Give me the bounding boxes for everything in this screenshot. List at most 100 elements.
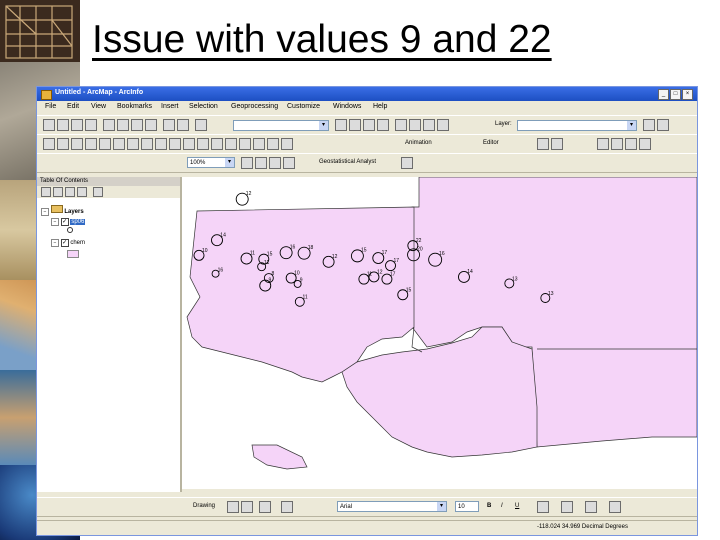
undo-icon[interactable] bbox=[163, 119, 175, 131]
layer-name-chem[interactable]: chem bbox=[70, 240, 85, 246]
layer-visibility-checkbox[interactable]: ✓ bbox=[60, 239, 69, 247]
delete-icon[interactable] bbox=[145, 119, 157, 131]
collapse-icon[interactable]: − bbox=[51, 239, 59, 247]
text-tool-icon[interactable] bbox=[281, 501, 293, 513]
fixed-zoom-out-icon[interactable] bbox=[113, 138, 125, 150]
save-icon[interactable] bbox=[71, 119, 83, 131]
clear-selection-icon[interactable] bbox=[169, 138, 181, 150]
map-scale-combo[interactable]: ▾ bbox=[233, 120, 329, 131]
toc-options-icon[interactable] bbox=[93, 187, 103, 197]
font-name-combo[interactable]: Arial ▾ bbox=[337, 501, 447, 512]
layer-tool-icon[interactable] bbox=[643, 119, 655, 131]
paste-icon[interactable] bbox=[131, 119, 143, 131]
python-icon[interactable] bbox=[409, 119, 421, 131]
search-icon[interactable] bbox=[377, 119, 389, 131]
snapping-icon[interactable] bbox=[597, 138, 609, 150]
html-popup-icon[interactable] bbox=[253, 138, 265, 150]
layer-visibility-checkbox[interactable]: ✓ bbox=[60, 218, 69, 226]
font-size-combo[interactable]: 10 bbox=[455, 501, 479, 512]
menu-bookmarks[interactable]: Bookmarks bbox=[117, 103, 152, 110]
menu-customize[interactable]: Customize bbox=[287, 103, 320, 110]
open-icon[interactable] bbox=[57, 119, 69, 131]
font-color-icon[interactable] bbox=[537, 501, 549, 513]
list-by-selection-icon[interactable] bbox=[77, 187, 87, 197]
toc-layers-root[interactable]: − Layers bbox=[41, 205, 84, 216]
time-slider-icon[interactable] bbox=[267, 138, 279, 150]
layout-zoom-icon[interactable] bbox=[241, 157, 253, 169]
edit-tool-icon[interactable] bbox=[537, 138, 549, 150]
geostatistical-analyst-label[interactable]: Geostatistical Analyst bbox=[319, 159, 376, 165]
maximize-button[interactable]: □ bbox=[670, 89, 681, 100]
copy-icon[interactable] bbox=[117, 119, 129, 131]
list-by-drawing-order-icon[interactable] bbox=[41, 187, 51, 197]
menu-geoprocessing[interactable]: Geoprocessing bbox=[231, 103, 278, 110]
help-icon[interactable] bbox=[437, 119, 449, 131]
animation-label[interactable]: Animation bbox=[405, 140, 432, 146]
hyperlink-icon[interactable] bbox=[239, 138, 251, 150]
layer-tool-icon-2[interactable] bbox=[657, 119, 669, 131]
zoom-out-icon[interactable] bbox=[57, 138, 69, 150]
drawing-menu[interactable]: Drawing bbox=[193, 503, 215, 509]
map-canvas[interactable]: 12 11 13 14 10 11 15 16 18 11 12 15 17 22 20 16 17 10 8 16 9… bbox=[145, 176, 697, 489]
arctoolbox-icon[interactable] bbox=[395, 119, 407, 131]
identify-icon[interactable] bbox=[197, 138, 209, 150]
minimize-button[interactable]: _ bbox=[658, 89, 669, 100]
menu-windows[interactable]: Windows bbox=[333, 103, 361, 110]
print-icon[interactable] bbox=[85, 119, 97, 131]
menu-edit[interactable]: Edit bbox=[67, 103, 79, 110]
create-features-icon[interactable] bbox=[639, 138, 651, 150]
viewer-icon[interactable] bbox=[281, 138, 293, 150]
editor-toolbar-icon[interactable] bbox=[335, 119, 347, 131]
list-by-visibility-icon[interactable] bbox=[65, 187, 75, 197]
marker-color-icon[interactable] bbox=[609, 501, 621, 513]
list-by-source-icon[interactable] bbox=[53, 187, 63, 197]
map-view[interactable]: 12 11 13 14 10 11 15 16 18 11 12 15 17 22 20 16 17 10 8 16 9… bbox=[145, 176, 697, 489]
toc-layer-sp06[interactable]: − ✓ sp06 bbox=[51, 218, 86, 226]
zoom-in-icon[interactable] bbox=[43, 138, 55, 150]
find-icon[interactable] bbox=[211, 138, 223, 150]
rotate-icon[interactable] bbox=[241, 501, 253, 513]
forward-icon[interactable] bbox=[141, 138, 153, 150]
back-icon[interactable] bbox=[127, 138, 139, 150]
menu-view[interactable]: View bbox=[91, 103, 106, 110]
rectangle-tool-icon[interactable] bbox=[259, 501, 271, 513]
underline-button[interactable]: U bbox=[515, 503, 519, 509]
select-features-icon[interactable] bbox=[155, 138, 167, 150]
bold-button[interactable]: B bbox=[487, 503, 491, 509]
geostat-wizard-icon[interactable] bbox=[401, 157, 413, 169]
layout-page-icon[interactable] bbox=[269, 157, 281, 169]
layout-fit-icon[interactable] bbox=[283, 157, 295, 169]
menu-file[interactable]: File bbox=[45, 103, 56, 110]
close-button[interactable]: × bbox=[682, 89, 693, 100]
new-icon[interactable] bbox=[43, 119, 55, 131]
catalog-icon[interactable] bbox=[363, 119, 375, 131]
cut-icon[interactable] bbox=[103, 119, 115, 131]
layer-combo[interactable]: ▾ bbox=[517, 120, 637, 131]
redo-icon[interactable] bbox=[177, 119, 189, 131]
measure-icon[interactable] bbox=[225, 138, 237, 150]
title-bar[interactable]: Untitled - ArcMap - ArcInfo _ □ × bbox=[37, 87, 697, 101]
toc-icon[interactable] bbox=[349, 119, 361, 131]
editor-label[interactable]: Editor bbox=[483, 140, 499, 146]
select-elements-icon[interactable] bbox=[183, 138, 195, 150]
line-color-icon[interactable] bbox=[585, 501, 597, 513]
menu-help[interactable]: Help bbox=[373, 103, 387, 110]
collapse-icon[interactable]: − bbox=[51, 218, 59, 226]
menu-selection[interactable]: Selection bbox=[189, 103, 218, 110]
pan-icon[interactable] bbox=[71, 138, 83, 150]
fixed-zoom-in-icon[interactable] bbox=[99, 138, 111, 150]
layer-name-sp06[interactable]: sp06 bbox=[70, 219, 86, 225]
add-data-icon[interactable] bbox=[195, 119, 207, 131]
menu-insert[interactable]: Insert bbox=[161, 103, 179, 110]
select-element-icon[interactable] bbox=[227, 501, 239, 513]
italic-button[interactable]: I bbox=[501, 503, 503, 509]
toc-layer-chem[interactable]: − ✓ chem bbox=[51, 239, 85, 247]
modelbuilder-icon[interactable] bbox=[423, 119, 435, 131]
zoom-percent-combo[interactable]: 100% ▾ bbox=[187, 157, 235, 168]
sketch-tool-icon[interactable] bbox=[551, 138, 563, 150]
sketch-props-icon[interactable] bbox=[625, 138, 637, 150]
fill-color-icon[interactable] bbox=[561, 501, 573, 513]
attributes-icon[interactable] bbox=[611, 138, 623, 150]
full-extent-icon[interactable] bbox=[85, 138, 97, 150]
layout-pan-icon[interactable] bbox=[255, 157, 267, 169]
